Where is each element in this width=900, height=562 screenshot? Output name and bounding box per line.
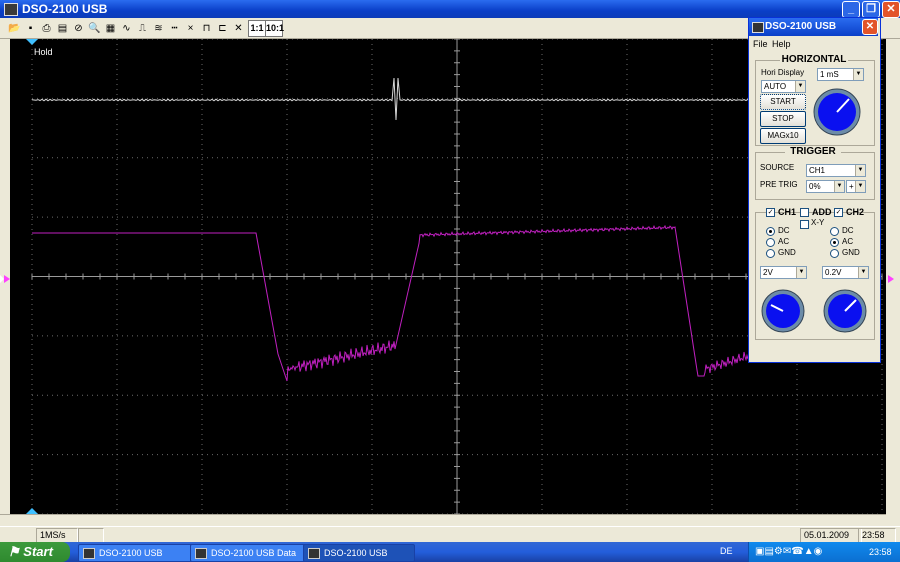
- language-indicator[interactable]: DE: [720, 546, 733, 556]
- windows-flag-icon: ⚑: [8, 544, 20, 559]
- ch2-dc-label: DC: [842, 226, 854, 235]
- ch1-gnd-label: GND: [778, 248, 796, 257]
- falling-edge-icon[interactable]: ⊏: [214, 20, 231, 37]
- ch1-label: CH1: [778, 207, 797, 217]
- open-folder-icon[interactable]: 📂: [6, 20, 23, 37]
- ch2-trace: [31, 77, 751, 121]
- stop-sign-icon[interactable]: ⊘: [70, 20, 87, 37]
- mode-select[interactable]: AUTO ▼: [761, 80, 806, 93]
- status-time: 23:58: [858, 528, 896, 543]
- chevron-down-icon: ▼: [855, 181, 865, 192]
- trigger-time-marker-top[interactable]: [26, 39, 38, 45]
- minimize-button[interactable]: _: [842, 1, 860, 18]
- ch2-gnd-radio[interactable]: [830, 249, 839, 258]
- print-icon[interactable]: ⎙: [38, 20, 55, 37]
- start-acquisition-button[interactable]: START: [760, 94, 806, 110]
- ch2-checkbox[interactable]: ✓: [834, 208, 843, 217]
- ratio-1-1-button[interactable]: 1:1: [248, 20, 266, 37]
- cursor-x-icon[interactable]: ×: [182, 20, 199, 37]
- ch1-checkbox[interactable]: ✓: [766, 208, 775, 217]
- ch2-dc-radio[interactable]: [830, 227, 839, 236]
- trigger-source-select[interactable]: CH1 ▼: [806, 164, 866, 177]
- grid-icon[interactable]: ▦: [102, 20, 119, 37]
- taskbar-item-dso-data[interactable]: DSO-2100 USB Data: [190, 544, 308, 562]
- close-button[interactable]: ✕: [882, 1, 900, 18]
- ch1-volts-select[interactable]: 2V ▼: [760, 266, 807, 279]
- app-icon: [195, 548, 207, 559]
- stop-acquisition-button[interactable]: STOP: [760, 111, 806, 127]
- multi-wave-icon[interactable]: ≋: [150, 20, 167, 37]
- ch1-volts-knob[interactable]: [761, 289, 805, 333]
- hori-display-label: Hori Display: [761, 68, 805, 77]
- add-label: ADD: [812, 207, 832, 217]
- chevron-down-icon: ▼: [853, 69, 863, 80]
- cross-cursor-icon[interactable]: ✕: [230, 20, 247, 37]
- add-checkbox[interactable]: [800, 208, 809, 217]
- ch2-level-marker[interactable]: [0, 275, 4, 283]
- taskbar-item-dso-active[interactable]: DSO-2100 USB: [303, 544, 415, 562]
- chevron-down-icon: ▼: [858, 267, 868, 278]
- title-bar: DSO-2100 USB _ ❐ ✕: [0, 0, 900, 18]
- mag-x10-button[interactable]: MAGx10: [760, 128, 806, 144]
- menu-help[interactable]: Help: [772, 39, 791, 49]
- system-tray: ▣▤⚙✉☎▲◉ 23:58: [748, 542, 900, 562]
- taskbar-item-dso[interactable]: DSO-2100 USB: [78, 544, 196, 562]
- ch1-right-marker: [888, 275, 894, 283]
- window-title: DSO-2100 USB: [22, 2, 108, 16]
- chevron-down-icon: ▼: [855, 165, 865, 176]
- print-preview-icon[interactable]: ▤: [54, 20, 71, 37]
- save-icon[interactable]: ▪: [22, 20, 39, 37]
- panel-title-bar: DSO-2100 USB ✕: [749, 18, 878, 36]
- chevron-down-icon: ▼: [796, 267, 806, 278]
- ch2-volts-select[interactable]: 0.2V ▼: [822, 266, 869, 279]
- ch2-volts-knob[interactable]: [823, 289, 867, 333]
- ch2-ac-radio[interactable]: [830, 238, 839, 247]
- app-icon: [4, 3, 18, 16]
- maximize-button[interactable]: ❐: [862, 1, 880, 18]
- step-wave-icon[interactable]: ⎍: [134, 20, 151, 37]
- dotted-lines-icon[interactable]: ┅: [166, 20, 183, 37]
- xy-checkbox[interactable]: [800, 220, 809, 229]
- trigger-source-label: SOURCE: [760, 163, 795, 172]
- timebase-knob[interactable]: [813, 88, 861, 136]
- pretrig-select[interactable]: 0% ▼: [806, 180, 845, 193]
- hold-label: Hold: [34, 47, 53, 57]
- sine-wave-icon[interactable]: ∿: [118, 20, 135, 37]
- status-bar: 1MS/s 05.01.2009 23:58: [0, 526, 900, 543]
- app-icon: [752, 22, 764, 33]
- ch2-gnd-label: GND: [842, 248, 860, 257]
- panel-title: DSO-2100 USB: [765, 21, 837, 32]
- pulse-measure-icon[interactable]: ⊓: [198, 20, 215, 37]
- ch2-ac-label: AC: [842, 237, 854, 246]
- chevron-down-icon: ▼: [795, 81, 805, 92]
- ch2-label: CH2: [846, 207, 865, 217]
- ch1-ac-label: AC: [778, 237, 790, 246]
- panel-close-button[interactable]: ✕: [862, 19, 878, 35]
- tray-clock: 23:58: [869, 547, 892, 557]
- start-button[interactable]: ⚑ Start: [0, 542, 70, 562]
- sample-rate: 1MS/s: [36, 528, 78, 543]
- vertical-scrollbar[interactable]: [886, 39, 900, 514]
- timebase-select[interactable]: 1 mS ▼: [817, 68, 864, 81]
- app-icon: [308, 548, 320, 559]
- app-icon: [83, 548, 95, 559]
- ch1-dc-radio[interactable]: [766, 227, 775, 236]
- ch1-gnd-radio[interactable]: [766, 249, 775, 258]
- trigger-slope-select[interactable]: + ▼: [846, 180, 866, 193]
- status-spacer: [100, 528, 796, 541]
- ch1-ac-radio[interactable]: [766, 238, 775, 247]
- chevron-down-icon: ▼: [834, 181, 844, 192]
- horizontal-heading: HORIZONTAL: [780, 54, 848, 65]
- ch1-trace: [32, 224, 751, 382]
- zoom-icon[interactable]: 🔍: [86, 20, 103, 37]
- trigger-heading: TRIGGER: [785, 146, 841, 157]
- pretrig-label: PRE TRIG: [760, 180, 798, 189]
- ch1-dc-label: DC: [778, 226, 790, 235]
- menu-file[interactable]: File: [753, 39, 768, 49]
- tray-icons[interactable]: ▣▤⚙✉☎▲◉: [755, 546, 822, 557]
- xy-label: X-Y: [811, 218, 825, 227]
- status-date: 05.01.2009: [800, 528, 862, 543]
- ratio-10-1-button[interactable]: 10:1: [265, 20, 284, 37]
